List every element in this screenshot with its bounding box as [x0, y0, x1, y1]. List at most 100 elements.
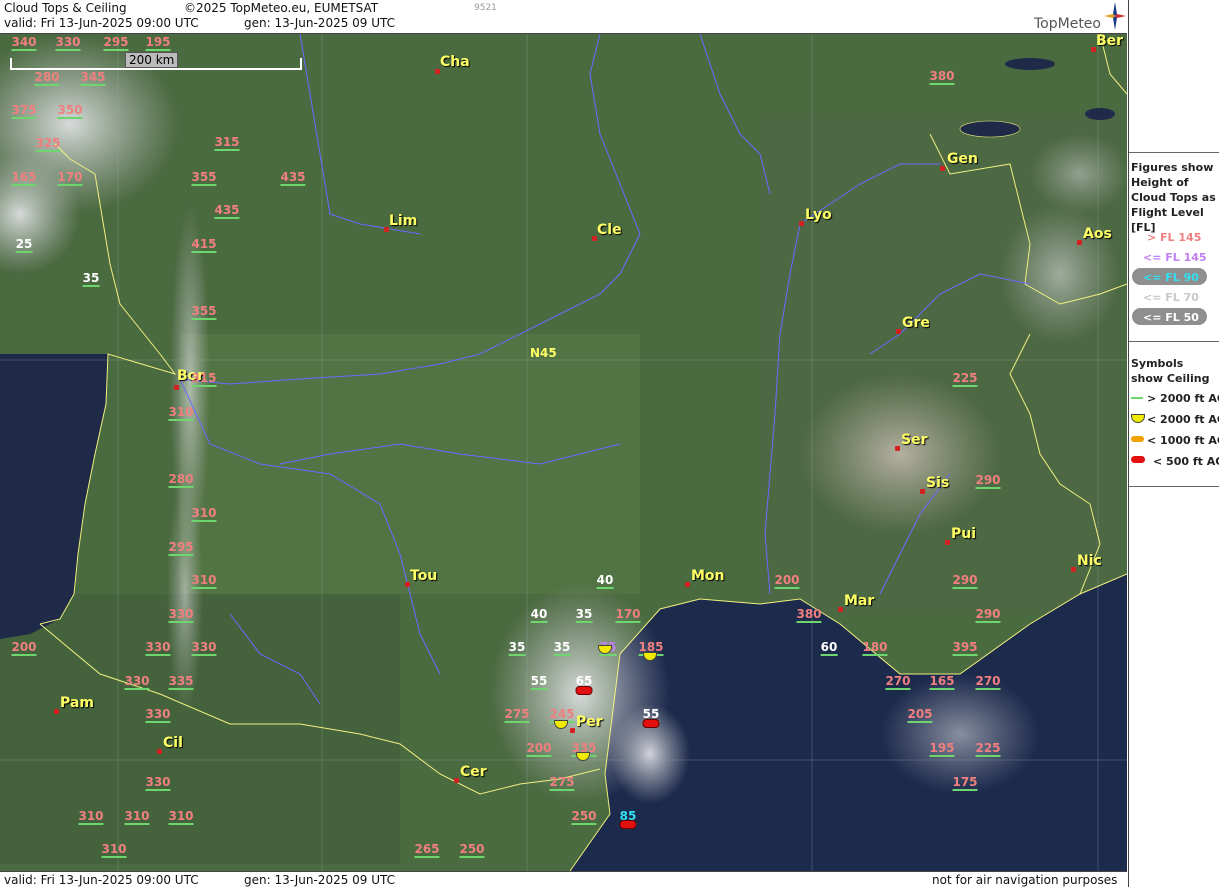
- city-label: Pam: [60, 695, 94, 711]
- ceiling-ok-underline: [11, 49, 37, 51]
- ceiling-ok-underline: [145, 49, 171, 51]
- cloud-top-flight-level: 330: [55, 35, 81, 51]
- legend-below-fl50: <= FL 50: [1143, 311, 1199, 324]
- cloud-top-flight-level: 170: [57, 170, 83, 186]
- ceiling-ok-underline: [101, 856, 127, 858]
- flight-level-value: 355: [191, 170, 217, 184]
- ceiling-ok-underline: [549, 789, 575, 791]
- flight-level-value: 310: [191, 506, 217, 520]
- cloud-top-flight-level: 330: [168, 607, 194, 623]
- city-label: Gre: [902, 315, 930, 331]
- city-label: Lyo: [805, 207, 832, 223]
- ceiling-ok-underline: [599, 654, 617, 656]
- ceiling-ok-underline: [55, 49, 81, 51]
- legend-sidebar: Figures show Height of Cloud Tops as Fli…: [1128, 0, 1219, 887]
- cloud-top-flight-level: 330: [124, 674, 150, 690]
- satellite-map[interactable]: 200 km N45 Cha Ber Gen Lim Cle Lyo Aos Gre Bor Se…: [0, 34, 1127, 871]
- image-number: 9521: [474, 3, 497, 13]
- city-marker: [157, 749, 162, 754]
- map-title: Cloud Tops & Ceiling: [4, 1, 127, 15]
- cloud-top-flight-level: 200: [11, 640, 37, 656]
- cloud-top-flight-level: 205: [907, 707, 933, 723]
- ceiling-ok-underline: [952, 789, 978, 791]
- ceiling-ok-underline: [34, 84, 60, 86]
- ceiling-ok-underline: [975, 755, 1001, 757]
- city-marker: [54, 709, 59, 714]
- ceiling-ok-underline: [57, 184, 83, 186]
- ceiling-ok-underline: [414, 856, 440, 858]
- cloud-top-flight-level: 330: [145, 707, 171, 723]
- ceiling-ok-underline: [191, 654, 217, 656]
- cloud-top-flight-level: 25: [15, 237, 33, 253]
- cloud-top-flight-level: 180: [862, 640, 888, 656]
- city-label: Per: [576, 714, 603, 730]
- ceiling-ok-underline: [929, 755, 955, 757]
- flight-level-value: 35: [508, 640, 526, 654]
- flight-level-value: 395: [952, 640, 978, 654]
- cloud-top-flight-level: 290: [975, 607, 1001, 623]
- flight-level-value: 35: [553, 640, 571, 654]
- cloud-top-flight-level: 270: [885, 674, 911, 690]
- cloud-top-flight-level: 60: [820, 640, 838, 656]
- ceiling-ok-underline: [168, 486, 194, 488]
- cloud-top-flight-level: 35: [575, 607, 593, 623]
- ceiling-ok-underline: [82, 285, 100, 287]
- cloud-top-flight-level: 435: [214, 203, 240, 219]
- ceiling-ok-underline: [929, 688, 955, 690]
- flight-level-value: 330: [191, 640, 217, 654]
- cloud-top-flight-level: 325: [35, 136, 61, 152]
- ceiling-ok-underline: [214, 217, 240, 219]
- city-marker: [940, 166, 945, 171]
- cloud-top-flight-level: 380: [929, 69, 955, 85]
- ceiling-ok-underline: [280, 184, 306, 186]
- divider: [1129, 486, 1219, 487]
- cloud-top-flight-level: 295: [103, 35, 129, 51]
- ceiling-ok-underline: [191, 520, 217, 522]
- cloud-top-flight-level: 265: [414, 842, 440, 858]
- ceiling-ok-underline: [191, 251, 217, 253]
- generated-time: gen: 13-Jun-2025 09 UTC: [244, 16, 396, 30]
- flight-level-value: 350: [57, 103, 83, 117]
- cloud-top-flight-level: 395: [952, 640, 978, 656]
- cloud-top-flight-level: 170: [615, 607, 641, 623]
- flight-level-value: 310: [124, 809, 150, 823]
- city-marker: [799, 221, 804, 226]
- flight-level-value: 295: [103, 35, 129, 49]
- disclaimer: not for air navigation purposes: [932, 873, 1118, 887]
- ceiling-ok-underline: [11, 654, 37, 656]
- flight-level-value: 180: [862, 640, 888, 654]
- legend-below-fl70: <= FL 70: [1143, 291, 1199, 304]
- cloud-top-flight-level: 280: [34, 70, 60, 86]
- ceiling-ok-underline: [168, 823, 194, 825]
- ceiling-ok-underline: [191, 184, 217, 186]
- flight-level-value: 200: [774, 573, 800, 587]
- ceiling-ok-underline: [862, 654, 888, 656]
- flight-level-value: 355: [191, 304, 217, 318]
- cloud-top-flight-level: 35: [553, 640, 571, 656]
- flight-level-value: 330: [145, 707, 171, 721]
- ceiling-ok-underline: [530, 621, 548, 623]
- ceiling-ok-underline: [145, 721, 171, 723]
- cloud-top-flight-level: 290: [952, 573, 978, 589]
- compass-icon: [1104, 2, 1126, 34]
- cloud-top-flight-level: 330: [145, 640, 171, 656]
- divider: [1129, 152, 1219, 153]
- flight-level-value: 55: [530, 674, 548, 688]
- cloud-top-flight-level: 310: [78, 809, 104, 825]
- ceiling-ok-underline: [975, 621, 1001, 623]
- cloud-top-flight-level: 310: [191, 573, 217, 589]
- city-label: Ser: [901, 432, 928, 448]
- city-marker: [174, 385, 179, 390]
- ceiling-ok-underline: [553, 654, 571, 656]
- flight-level-value: 195: [929, 741, 955, 755]
- flight-level-value: 35: [82, 271, 100, 285]
- flight-level-value: 330: [145, 640, 171, 654]
- flight-level-value: 35: [575, 607, 593, 621]
- cloud-top-flight-level: 165: [11, 170, 37, 186]
- cloud-top-flight-level: 335: [168, 674, 194, 690]
- cloud-top-flight-level: 310: [101, 842, 127, 858]
- map-footer: valid: Fri 13-Jun-2025 09:00 UTC gen: 13…: [0, 871, 1127, 888]
- orange-bar-symbol: [1131, 436, 1144, 442]
- cloud-top-flight-level: 165: [929, 674, 955, 690]
- flight-level-value: 290: [975, 473, 1001, 487]
